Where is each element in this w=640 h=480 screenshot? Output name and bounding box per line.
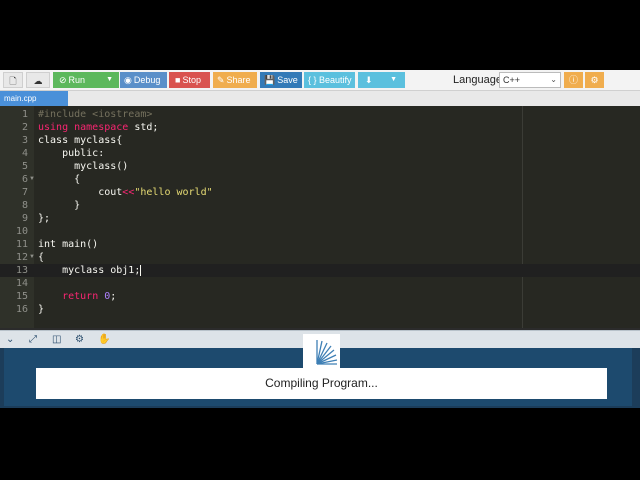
code-line: 10	[15, 226, 28, 237]
online-compiler-window: 🗋 ☁ ⊘ Run ▼ ◉ Debug ■ Stop ✎ Share 💾 Save { }…	[0, 70, 640, 408]
code-line: 11 int main()	[15, 239, 99, 250]
upload-button[interactable]: ☁	[26, 72, 50, 88]
code-line: 15 return 0;	[15, 291, 117, 302]
compiling-status-message: Compiling Program...	[36, 368, 607, 399]
code-line: 12 ▼ {	[15, 251, 45, 264]
code-editor[interactable]: 1 #include <iostream> 2 using namespace …	[0, 106, 640, 328]
chevron-down-icon[interactable]: ⌄	[6, 333, 14, 346]
code-line: 16 }	[15, 304, 45, 315]
code-line: 9 };	[21, 213, 51, 224]
gear-icon[interactable]: ⚙	[75, 333, 84, 346]
stop-icon: ■	[175, 75, 181, 85]
code-line: 7 cout<<"hello world"	[21, 187, 213, 198]
file-menu-button[interactable]: 🗋	[3, 72, 23, 88]
beautify-button[interactable]: { } Beautify	[304, 72, 355, 88]
code-line: 1 #include <iostream>	[21, 109, 153, 120]
expand-icon[interactable]: ⤢	[29, 333, 37, 346]
cloud-upload-icon: ☁	[33, 76, 43, 86]
language-select[interactable]: C++ ⌄	[499, 72, 561, 88]
code-line: 2 using namespace std;	[21, 122, 159, 133]
language-label: Language	[453, 74, 502, 86]
stop-button[interactable]: ■ Stop	[169, 72, 210, 88]
fold-arrow-icon[interactable]: ▼	[29, 173, 35, 186]
chevron-down-icon: ⌄	[550, 75, 557, 84]
split-layout-icon[interactable]: ◫	[52, 333, 61, 346]
debug-button[interactable]: ◉ Debug	[120, 72, 167, 88]
download-button[interactable]: ⬇ ▼	[358, 72, 405, 88]
info-button[interactable]: ⓘ	[564, 72, 583, 88]
code-line-active: 13 myclass obj1;	[0, 264, 640, 277]
info-icon: ⓘ	[568, 75, 578, 85]
save-icon: 💾	[264, 75, 276, 85]
loading-logo	[303, 334, 340, 368]
code-line: 5 myclass()	[21, 161, 129, 172]
settings-button[interactable]: ⚙	[585, 72, 604, 88]
run-button[interactable]: ⊘ Run ▼	[53, 72, 119, 88]
code-line: 3 class myclass{	[21, 135, 123, 146]
debug-icon: ◉	[124, 75, 132, 85]
run-icon: ⊘	[59, 75, 67, 85]
chevron-down-icon[interactable]: ▼	[106, 72, 113, 88]
spinner-icon	[316, 340, 338, 365]
code-line: 4 public:	[21, 148, 105, 159]
fold-arrow-icon[interactable]: ▼	[29, 251, 35, 264]
file-icon: 🗋	[9, 76, 17, 86]
chevron-down-icon[interactable]: ▼	[390, 72, 397, 88]
toolbar: 🗋 ☁ ⊘ Run ▼ ◉ Debug ■ Stop ✎ Share 💾 Save { }…	[0, 70, 640, 91]
share-icon: ✎	[217, 75, 225, 85]
code-line: 8 }	[21, 200, 81, 211]
code-line: 6 ▼ {	[21, 173, 81, 186]
code-line: 14	[15, 278, 28, 289]
file-tabs: main.cpp	[0, 91, 640, 106]
gear-icon: ⚙	[590, 75, 599, 85]
download-icon: ⬇	[365, 75, 373, 85]
hand-icon[interactable]: ✋	[98, 333, 110, 346]
save-button[interactable]: 💾 Save	[260, 72, 302, 88]
tab-main-cpp[interactable]: main.cpp	[0, 91, 68, 106]
share-button[interactable]: ✎ Share	[213, 72, 257, 88]
